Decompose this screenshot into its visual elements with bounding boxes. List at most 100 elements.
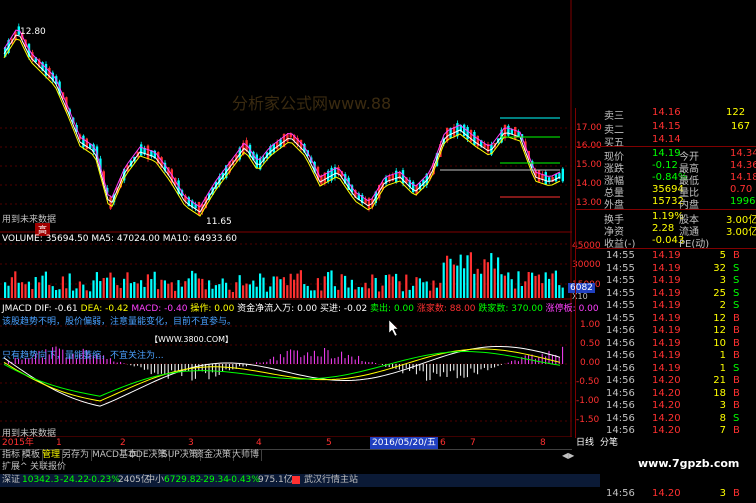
index2-pct: -0.43%	[228, 475, 260, 485]
trade-side: B	[733, 487, 740, 499]
volume-bar	[415, 277, 418, 298]
ma-line	[3, 29, 561, 208]
tab-fund[interactable]: 资金决策	[193, 450, 235, 461]
trade-price: 14.20	[652, 375, 681, 386]
trade-side: B	[733, 337, 740, 349]
volume-bar	[85, 290, 88, 298]
index2-name[interactable]: 中小	[146, 474, 164, 487]
tab-master[interactable]: 大师博	[230, 450, 263, 461]
volume-bar	[293, 279, 296, 298]
volume-bar	[51, 286, 54, 298]
related-quote-button[interactable]: 关联报价	[30, 461, 66, 473]
tab-save-as[interactable]: 另存为	[60, 450, 93, 461]
moving-average-lines	[3, 29, 561, 217]
trade-side: S	[733, 300, 740, 311]
axis-label: 6	[440, 438, 446, 448]
volume-bar	[269, 286, 272, 298]
volume-bar	[157, 289, 160, 298]
volume-bar	[514, 288, 517, 298]
expand-button[interactable]: 扩展^	[2, 461, 28, 473]
volume-bar	[452, 264, 455, 298]
quote-row: 涨幅 -0.84% 最低 14.18	[576, 172, 756, 187]
volume-bar	[255, 286, 258, 298]
volume-bar	[340, 274, 343, 298]
index2-change: -29.34	[200, 475, 230, 485]
ask1-row: 买五 14.14	[604, 134, 681, 149]
volume-bar	[330, 270, 333, 298]
volume-bar	[99, 281, 102, 298]
tab-scroll-arrows[interactable]: ◀▶	[562, 450, 574, 461]
quote-row: 收益(-) -0.043 PE(动)	[576, 235, 756, 250]
volume-bar	[548, 278, 551, 298]
kline-chart[interactable]	[0, 0, 572, 438]
trade-price: 14.19	[652, 312, 681, 324]
volume-bar	[170, 282, 173, 298]
volume-bar	[527, 271, 530, 298]
volume-bar	[473, 273, 476, 298]
mouse-cursor-icon	[388, 319, 399, 337]
axis-label: 2	[120, 438, 126, 448]
volume-bar	[82, 284, 85, 298]
volume-bar	[354, 289, 357, 298]
volume-bar	[333, 286, 336, 298]
volume-bar	[554, 270, 557, 298]
volume-bar	[350, 279, 353, 298]
volume-bar	[109, 272, 112, 298]
index1-name[interactable]: 深证	[2, 474, 20, 487]
axis-label: 5	[326, 438, 332, 448]
volume-bar	[347, 287, 350, 298]
volume-bar	[306, 285, 309, 298]
trade-volume: 10	[713, 337, 726, 349]
volume-bar	[187, 278, 190, 298]
volume-bar	[262, 277, 265, 298]
macd-up-count: 涨家数: 88.00	[416, 304, 476, 314]
quote-value: 2.28	[652, 223, 675, 234]
volume-bar	[44, 271, 47, 298]
volume-bar	[252, 280, 255, 298]
bottom-right-area: 分笔 www.7gpzb.com	[600, 437, 756, 487]
indicator-tab-bar: 指标 模板 管理 另存为 MACD基本 DDE决策 SUP决策 资金决策 大师博…	[0, 449, 574, 461]
trade-price: 14.19	[652, 300, 681, 311]
trade-price: 14.20	[652, 387, 681, 399]
macd-dif: DIF: -0.61	[34, 304, 78, 314]
trade-time: 14:56	[606, 387, 635, 399]
volume-bar	[31, 289, 34, 298]
volume-bar	[459, 254, 462, 298]
volume-bar	[163, 280, 166, 298]
axis-label: 3	[188, 438, 194, 448]
axis-label: 7	[470, 438, 476, 448]
tick-tab[interactable]: 分笔	[600, 437, 630, 449]
volume-bar	[480, 273, 483, 298]
volume-bar	[129, 283, 132, 298]
macd-dea: DEA: -0.42	[80, 304, 129, 314]
volume-bar	[259, 273, 262, 298]
volume-bar	[197, 278, 200, 298]
volume-bar	[541, 283, 544, 298]
volume-bar	[286, 285, 289, 298]
volume-bar	[106, 277, 109, 298]
volume-bar	[150, 279, 153, 298]
volume-bar	[208, 280, 211, 298]
volume-bar	[140, 280, 143, 298]
volume-bar	[524, 281, 527, 298]
volume-bar	[486, 262, 489, 298]
volume-bar	[225, 282, 228, 298]
volume-bar	[61, 276, 64, 298]
volume-bar	[68, 273, 71, 298]
trade-side: B	[733, 400, 740, 411]
chart-area[interactable]: 12.80 11.65 分析家公式网www.88 用到未来数据 高 17.00 …	[0, 0, 602, 439]
volume-bar	[89, 291, 92, 298]
trade-time: 14:56	[606, 375, 635, 386]
candlesticks	[4, 23, 564, 217]
volume-bar	[136, 283, 139, 298]
volume-bar	[221, 278, 224, 298]
site-watermark: www.7gpzb.com	[638, 457, 740, 470]
quote-panel: 卖三 14.16 122 卖二 14.15 167 买五 14.14 现价 14.…	[575, 107, 756, 499]
volume-bar	[160, 279, 163, 298]
volume-bar	[561, 287, 564, 298]
volume-bar	[72, 290, 75, 298]
volume-bar	[520, 285, 523, 298]
volume-bar	[337, 289, 340, 298]
volume-bar	[432, 280, 435, 298]
volume-bar	[442, 262, 445, 298]
